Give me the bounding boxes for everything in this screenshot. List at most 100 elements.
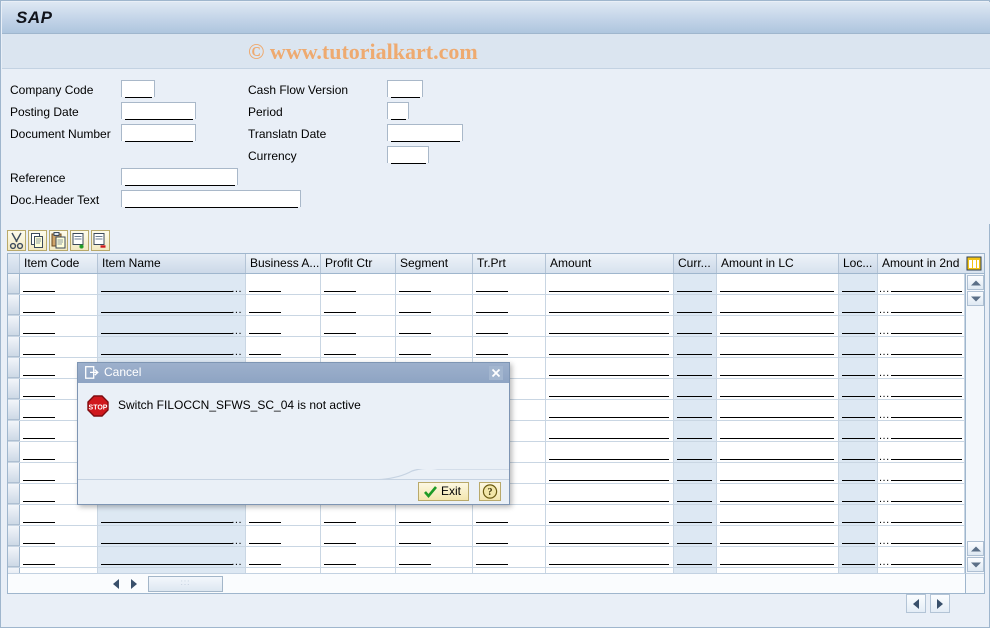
grid-cell-amount-in-2nd[interactable]: ...	[878, 421, 965, 442]
grid-cell-item-code[interactable]	[20, 295, 98, 315]
scroll-down-button[interactable]	[967, 291, 984, 306]
currency-field[interactable]	[388, 147, 428, 163]
cell-ellipsis-button[interactable]: ...	[231, 557, 242, 568]
nav-next-button[interactable]	[930, 594, 950, 613]
grid-cell-amount-in-lc[interactable]	[717, 505, 839, 525]
grid-cell-amount[interactable]	[546, 400, 674, 420]
grid-cell-loc[interactable]	[839, 463, 878, 483]
grid-cell-tr-prt[interactable]	[473, 547, 546, 567]
grid-cell-amount[interactable]	[546, 274, 674, 294]
row-selector[interactable]	[8, 463, 20, 483]
grid-cell-business-a[interactable]	[246, 526, 321, 546]
grid-cell-profit-ctr[interactable]	[321, 337, 396, 357]
grid-cell-curr[interactable]	[674, 358, 717, 378]
grid-cell-tr-prt[interactable]	[473, 337, 546, 357]
grid-cell-amount-in-lc[interactable]	[717, 295, 839, 315]
grid-cell-loc[interactable]	[839, 400, 878, 420]
grid-cell-profit-ctr[interactable]	[321, 505, 396, 525]
grid-cell-loc[interactable]	[839, 547, 878, 567]
grid-cell-item-code[interactable]	[20, 526, 98, 546]
scroll-right-button[interactable]	[126, 576, 141, 591]
grid-cell-amount[interactable]	[546, 358, 674, 378]
cell-ellipsis-button[interactable]: ...	[879, 452, 890, 463]
row-selector[interactable]	[8, 358, 20, 378]
cash-flow-version-field[interactable]	[388, 81, 422, 97]
row-selector[interactable]	[8, 421, 20, 441]
grid-cell-loc[interactable]	[839, 484, 878, 504]
grid-cell-item-code[interactable]	[20, 316, 98, 336]
grid-cell-loc[interactable]	[839, 505, 878, 525]
row-selector[interactable]	[8, 274, 20, 294]
grid-cell-loc[interactable]	[839, 358, 878, 378]
grid-cell-segment[interactable]	[396, 337, 473, 357]
input-reference[interactable]	[121, 168, 238, 186]
grid-cell-amount-in-lc[interactable]	[717, 421, 839, 441]
cut-button[interactable]	[7, 230, 26, 251]
table-row[interactable]: ......	[8, 316, 984, 337]
table-row[interactable]: ......	[8, 295, 984, 316]
cell-ellipsis-button[interactable]: ...	[879, 494, 890, 505]
input-currency[interactable]	[387, 146, 429, 164]
grid-cell-tr-prt[interactable]	[473, 526, 546, 546]
grid-cell-curr[interactable]	[674, 421, 717, 441]
grid-cell-item-name[interactable]: ...	[98, 295, 246, 316]
grid-cell-curr[interactable]	[674, 505, 717, 525]
grid-cell-curr[interactable]	[674, 442, 717, 462]
grid-cell-amount-in-2nd[interactable]: ...	[878, 295, 965, 316]
grid-cell-item-code[interactable]	[20, 547, 98, 567]
grid-cell-curr[interactable]	[674, 547, 717, 567]
grid-cell-tr-prt[interactable]	[473, 505, 546, 525]
grid-cell-amount-in-2nd[interactable]: ...	[878, 316, 965, 337]
row-selector[interactable]	[8, 547, 20, 567]
input-doc-header-text[interactable]	[121, 190, 301, 208]
row-selector[interactable]	[8, 526, 20, 546]
input-company-code[interactable]	[121, 80, 155, 98]
column-header-tr-prt[interactable]: Tr.Prt	[473, 254, 546, 273]
grid-cell-loc[interactable]	[839, 337, 878, 357]
period-field[interactable]	[388, 103, 408, 119]
grid-cell-amount-in-lc[interactable]	[717, 547, 839, 567]
grid-cell-profit-ctr[interactable]	[321, 295, 396, 315]
grid-cell-loc[interactable]	[839, 421, 878, 441]
grid-cell-amount-in-lc[interactable]	[717, 442, 839, 462]
posting-date-field[interactable]	[122, 103, 195, 119]
cell-ellipsis-button[interactable]: ...	[879, 284, 890, 295]
grid-cell-amount-in-2nd[interactable]: ...	[878, 274, 965, 295]
cell-ellipsis-button[interactable]: ...	[879, 410, 890, 421]
grid-cell-amount-in-2nd[interactable]: ...	[878, 547, 965, 568]
cell-ellipsis-button[interactable]: ...	[879, 347, 890, 358]
grid-cell-segment[interactable]	[396, 547, 473, 567]
row-selector[interactable]	[8, 379, 20, 399]
grid-cell-item-name[interactable]: ...	[98, 505, 246, 526]
cell-ellipsis-button[interactable]: ...	[231, 347, 242, 358]
row-selector[interactable]	[8, 316, 20, 336]
input-cash-flow-version[interactable]	[387, 80, 423, 98]
company-code-field[interactable]	[122, 81, 154, 97]
grid-cell-amount-in-lc[interactable]	[717, 337, 839, 357]
column-header-amount-in-2nd[interactable]: Amount in 2nd	[878, 254, 965, 273]
grid-cell-segment[interactable]	[396, 295, 473, 315]
grid-cell-amount[interactable]	[546, 463, 674, 483]
row-selector[interactable]	[8, 337, 20, 357]
grid-cell-item-code[interactable]	[20, 274, 98, 294]
paste-button[interactable]	[49, 230, 68, 251]
column-header-amount[interactable]: Amount	[546, 254, 674, 273]
grid-cell-amount-in-lc[interactable]	[717, 379, 839, 399]
grid-cell-curr[interactable]	[674, 274, 717, 294]
column-header-amount-in-lc[interactable]: Amount in LC	[717, 254, 839, 273]
grid-cell-curr[interactable]	[674, 526, 717, 546]
grid-cell-item-name[interactable]: ...	[98, 547, 246, 568]
grid-cell-amount[interactable]	[546, 337, 674, 357]
table-row[interactable]: ......	[8, 337, 984, 358]
grid-cell-amount-in-2nd[interactable]: ...	[878, 379, 965, 400]
row-selector[interactable]	[8, 442, 20, 462]
document-number-field[interactable]	[122, 125, 195, 141]
grid-cell-profit-ctr[interactable]	[321, 274, 396, 294]
grid-cell-loc[interactable]	[839, 526, 878, 546]
help-button[interactable]: ?	[479, 482, 501, 501]
grid-cell-curr[interactable]	[674, 400, 717, 420]
grid-cell-business-a[interactable]	[246, 295, 321, 315]
column-header-local-curr[interactable]: Loc...	[839, 254, 878, 273]
grid-cell-business-a[interactable]	[246, 547, 321, 567]
grid-cell-amount-in-2nd[interactable]: ...	[878, 505, 965, 526]
